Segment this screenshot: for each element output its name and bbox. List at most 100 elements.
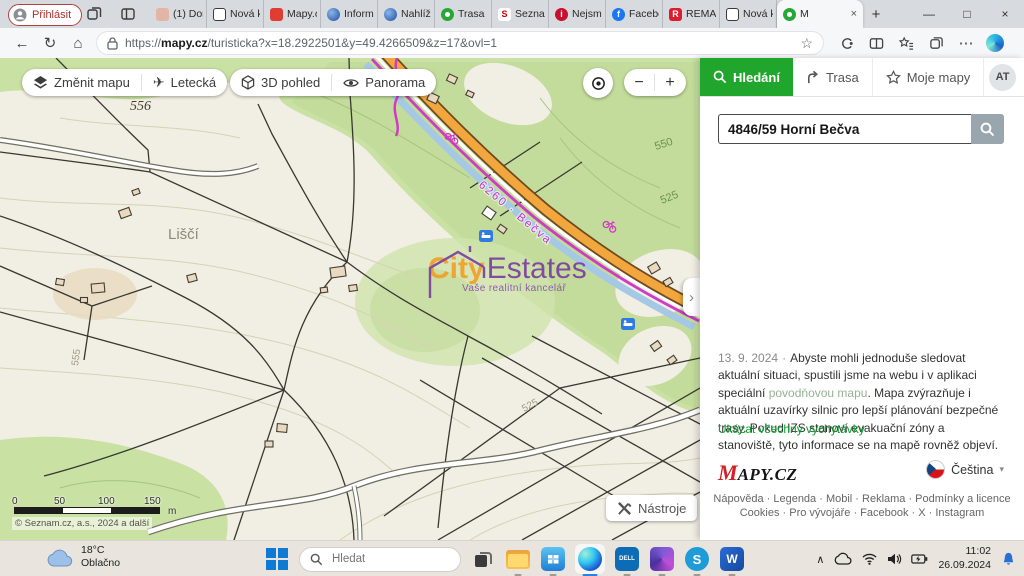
tools-icon [617, 501, 632, 516]
back-icon[interactable]: ← [8, 31, 36, 55]
tab-trasa[interactable]: Trasa M [435, 0, 492, 28]
word-button[interactable]: W [719, 546, 745, 572]
new-tab-button[interactable]: + [863, 1, 889, 27]
search-icon [310, 553, 323, 566]
browser-tab-strip: Přihlásit (1) Dor Nová k Mapy.c Inform N… [0, 0, 1024, 28]
edge-icon [578, 547, 602, 571]
target-icon [590, 75, 607, 92]
task-view-button[interactable] [470, 546, 496, 572]
more-menu-icon[interactable]: ⋯ [952, 31, 980, 55]
skype-button[interactable]: S [684, 546, 710, 572]
windows-logo-icon [266, 548, 288, 570]
signin-label: Přihlásit [32, 9, 71, 21]
search-row [718, 114, 1004, 144]
battery-icon[interactable] [911, 554, 928, 564]
locate-button[interactable] [583, 68, 613, 98]
news-date: 13. 9. 2024 [718, 351, 778, 365]
user-icon [13, 8, 27, 22]
tab-my-maps[interactable]: Moje mapy [873, 58, 985, 96]
watermark-estates: Estates [487, 252, 587, 286]
remax-icon [669, 8, 682, 21]
close-button[interactable]: × [986, 0, 1024, 28]
tab-seznam[interactable]: Seznam [492, 0, 549, 28]
zoom-out-button[interactable]: − [624, 69, 654, 96]
map-area[interactable]: 556 Liščí 550 525 525 555 6260 · Bečva C… [0, 58, 700, 540]
footer-links-row[interactable]: Cookies · Pro vývojáře · Facebook · X · … [700, 507, 1024, 519]
avatar[interactable]: AT [989, 64, 1016, 91]
change-map-button[interactable]: Změnit mapu [22, 69, 141, 96]
taskbar-search-input[interactable] [330, 552, 444, 566]
home-icon[interactable]: ⌂ [64, 31, 92, 55]
accommodation-poi-icon[interactable] [621, 318, 635, 330]
signin-button[interactable]: Přihlásit [8, 4, 82, 26]
news-item: 13. 9. 2024·Abyste mohli jednoduše sledo… [718, 350, 1004, 454]
maximize-button[interactable]: □ [948, 0, 986, 28]
badge-icon [555, 8, 568, 21]
tab-inbox[interactable]: (1) Dor [150, 0, 207, 28]
tab-route[interactable]: Trasa [793, 58, 873, 96]
word-icon: W [720, 547, 744, 571]
panorama-button[interactable]: Panorama [332, 69, 436, 96]
mapy-logo[interactable]: MAPY.CZ [718, 460, 797, 486]
search-input[interactable] [718, 114, 971, 144]
task-view-icon [473, 549, 493, 569]
collections-icon[interactable] [922, 31, 950, 55]
start-button[interactable] [264, 546, 290, 572]
vertical-tabs-icon[interactable] [120, 6, 136, 22]
tab-new-1[interactable]: Nová k [207, 0, 264, 28]
mapy-icon [783, 8, 796, 21]
search-button[interactable] [971, 114, 1004, 144]
tab-zive[interactable]: Mapy.c [264, 0, 321, 28]
browser-essentials-icon[interactable] [832, 31, 860, 55]
favorite-star-icon[interactable]: ☆ [800, 35, 813, 52]
taskbar-search[interactable] [299, 547, 461, 572]
tab-close-icon[interactable]: × [848, 8, 860, 20]
weather-widget[interactable]: 18°C Oblačno [46, 544, 120, 570]
show-all-news-link[interactable]: Ukázat všechny vychytávky [718, 422, 865, 436]
tab-new-2[interactable]: Nová k [720, 0, 777, 28]
footer-links-row[interactable]: Nápověda · Legenda · Mobil · Reklama · P… [700, 493, 1024, 505]
news-inline-link[interactable]: povodňovou mapu [769, 386, 868, 400]
volume-icon[interactable] [887, 553, 901, 565]
browser-navbar: ← ↻ ⌂ https://mapy.cz/turisticka?x=18.29… [0, 28, 1024, 58]
split-screen-icon[interactable] [862, 31, 890, 55]
view-3d-button[interactable]: 3D pohled [230, 69, 331, 96]
microsoft-store-button[interactable] [540, 546, 566, 572]
wifi-icon[interactable] [862, 553, 877, 565]
dell-icon: DELL [615, 547, 639, 571]
tab-remax[interactable]: REMAX [663, 0, 720, 28]
minimize-button[interactable]: — [910, 0, 948, 28]
tab-search[interactable]: Hledání [700, 58, 793, 96]
house-outline-icon [416, 240, 486, 300]
onedrive-icon[interactable] [834, 553, 852, 565]
map-label-place: Liščí [168, 226, 200, 243]
tab-inform[interactable]: Inform [321, 0, 378, 28]
microsoft-365-button[interactable] [649, 546, 675, 572]
tab-facebook[interactable]: Facebo [606, 0, 663, 28]
globe-icon [327, 8, 340, 21]
tray-chevron-icon[interactable]: ∧ [816, 553, 824, 566]
copilot-icon[interactable] [986, 34, 1004, 52]
page-icon [726, 8, 739, 21]
workspaces-icon[interactable] [86, 6, 102, 22]
notification-bell-icon[interactable] [1001, 551, 1016, 567]
refresh-icon[interactable]: ↻ [36, 31, 64, 55]
map-canvas[interactable]: 556 Liščí 550 525 525 555 6260 · Bečva [0, 58, 700, 540]
zoom-in-button[interactable]: + [655, 69, 685, 96]
edge-button[interactable] [575, 544, 605, 574]
favorites-bar-icon[interactable] [892, 31, 920, 55]
file-explorer-button[interactable] [505, 546, 531, 572]
address-bar[interactable]: https://mapy.cz/turisticka?x=18.2922501&… [96, 31, 824, 55]
tools-button[interactable]: Nástroje [606, 495, 697, 521]
clock-time: 11:02 [938, 545, 991, 559]
sidebar-collapse-handle[interactable]: › [683, 278, 700, 316]
tab-nejsme[interactable]: Nejsme [549, 0, 606, 28]
language-selector[interactable]: Čeština ▾ [926, 460, 1004, 479]
tab-nahlizeni[interactable]: Nahlíž [378, 0, 435, 28]
tab-mapy-active[interactable]: M × [777, 0, 863, 28]
skype-icon: S [685, 547, 709, 571]
taskbar-clock[interactable]: 11:02 26.09.2024 [938, 545, 991, 572]
system-tray: ∧ 11:02 26.09.2024 [816, 541, 1024, 576]
dell-button[interactable]: DELL [614, 546, 640, 572]
aerial-button[interactable]: ✈ Letecká [142, 69, 227, 96]
